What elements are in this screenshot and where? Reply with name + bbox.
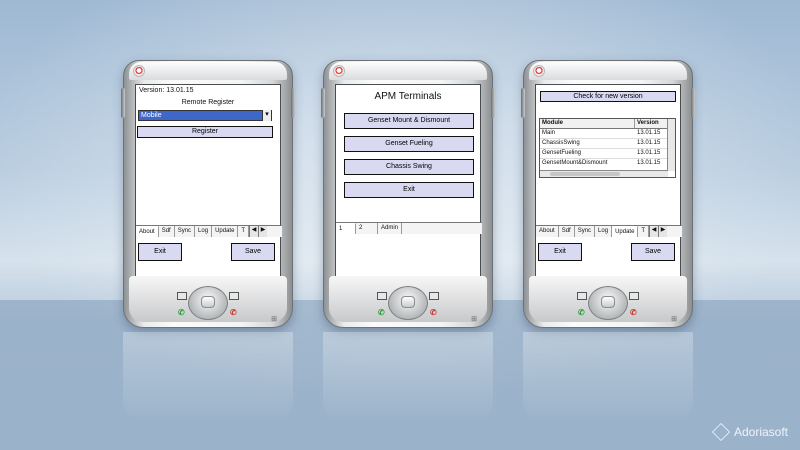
tab-2[interactable]: 2 (356, 223, 378, 234)
save-button[interactable]: Save (631, 243, 675, 261)
cube-icon (711, 422, 731, 442)
end-call-icon[interactable]: ✆ (230, 308, 237, 317)
table-header: Module Version (540, 119, 675, 129)
exit-button[interactable]: Exit (344, 182, 474, 198)
screen-title: Remote Register (181, 99, 235, 106)
screen: APM Terminals Genset Mount & Dismount Ge… (335, 84, 482, 280)
tab-sync[interactable]: Sync (575, 226, 596, 237)
table-row[interactable]: GensetMount&Dismount 13.01.15 (540, 159, 675, 169)
windows-logo-icon: ⊞ (671, 316, 677, 323)
tab-bar: About Sdf Sync Log Update T ◀ ▶ (136, 225, 282, 237)
right-softkey[interactable] (229, 292, 239, 300)
scroll-left-icon[interactable]: ◀ (649, 226, 659, 237)
tab-more[interactable]: T (638, 226, 650, 237)
tab-admin[interactable]: Admin (378, 223, 403, 234)
version-label: Version: 13.01.15 (139, 87, 194, 94)
table-row[interactable]: ChassisSwing 13.01.15 (540, 139, 675, 149)
dpad-center[interactable] (401, 296, 415, 308)
table-row[interactable]: Main 13.01.15 (540, 129, 675, 139)
screen: Check for new version Module Version Mai… (535, 84, 682, 280)
save-button[interactable]: Save (231, 243, 275, 261)
left-softkey[interactable] (377, 292, 387, 300)
table-row[interactable]: GensetFueling 13.01.15 (540, 149, 675, 159)
genset-fueling-button[interactable]: Genset Fueling (344, 136, 474, 152)
tab-sync[interactable]: Sync (175, 226, 196, 237)
right-softkey[interactable] (629, 292, 639, 300)
screen-title: APM Terminals (374, 91, 442, 102)
end-call-icon[interactable]: ✆ (630, 308, 637, 317)
screen: Version: 13.01.15 Remote Register Mobile… (135, 84, 282, 280)
exit-button[interactable]: Exit (138, 243, 182, 261)
tab-update[interactable]: Update (612, 226, 639, 237)
chevron-down-icon[interactable]: ▾ (262, 110, 271, 121)
tab-sdf[interactable]: Sdf (559, 226, 575, 237)
power-icon[interactable] (333, 65, 345, 77)
tab-bar: 1 2 Admin (336, 222, 482, 234)
exit-button[interactable]: Exit (538, 243, 582, 261)
tab-update[interactable]: Update (212, 226, 239, 237)
tab-more[interactable]: T (238, 226, 250, 237)
end-call-icon[interactable]: ✆ (430, 308, 437, 317)
mode-dropdown[interactable]: Mobile ▾ (138, 110, 272, 121)
windows-logo-icon: ⊞ (271, 316, 277, 323)
scroll-right-icon[interactable]: ▶ (258, 226, 268, 237)
right-softkey[interactable] (429, 292, 439, 300)
left-softkey[interactable] (177, 292, 187, 300)
call-icon[interactable]: ✆ (178, 308, 185, 317)
scroll-left-icon[interactable]: ◀ (249, 226, 259, 237)
power-icon[interactable] (533, 65, 545, 77)
dpad-center[interactable] (201, 296, 215, 308)
device-register: Version: 13.01.15 Remote Register Mobile… (121, 60, 295, 328)
genset-mount-button[interactable]: Genset Mount & Dismount (344, 113, 474, 129)
call-icon[interactable]: ✆ (578, 308, 585, 317)
device-menu: APM Terminals Genset Mount & Dismount Ge… (321, 60, 495, 328)
check-version-button[interactable]: Check for new version (540, 91, 676, 102)
register-button[interactable]: Register (137, 126, 273, 138)
dpad-center[interactable] (601, 296, 615, 308)
tab-1[interactable]: 1 (336, 223, 356, 234)
call-icon[interactable]: ✆ (378, 308, 385, 317)
scroll-right-icon[interactable]: ▶ (658, 226, 668, 237)
left-softkey[interactable] (577, 292, 587, 300)
adoriasoft-logo: Adoriasoft (711, 422, 788, 442)
horizontal-scrollbar[interactable] (540, 170, 668, 177)
tab-log[interactable]: Log (195, 226, 213, 237)
power-icon[interactable] (133, 65, 145, 77)
tab-log[interactable]: Log (595, 226, 613, 237)
tab-about[interactable]: About (536, 226, 559, 237)
windows-logo-icon: ⊞ (471, 316, 477, 323)
tab-sdf[interactable]: Sdf (159, 226, 175, 237)
tab-bar: About Sdf Sync Log Update T ◀ ▶ (536, 225, 682, 237)
vertical-scrollbar[interactable] (667, 119, 675, 171)
tab-about[interactable]: About (136, 226, 159, 237)
modules-table: Module Version Main 13.01.15 ChassisSwin… (539, 118, 676, 178)
device-update: Check for new version Module Version Mai… (521, 60, 695, 328)
chassis-swing-button[interactable]: Chassis Swing (344, 159, 474, 175)
